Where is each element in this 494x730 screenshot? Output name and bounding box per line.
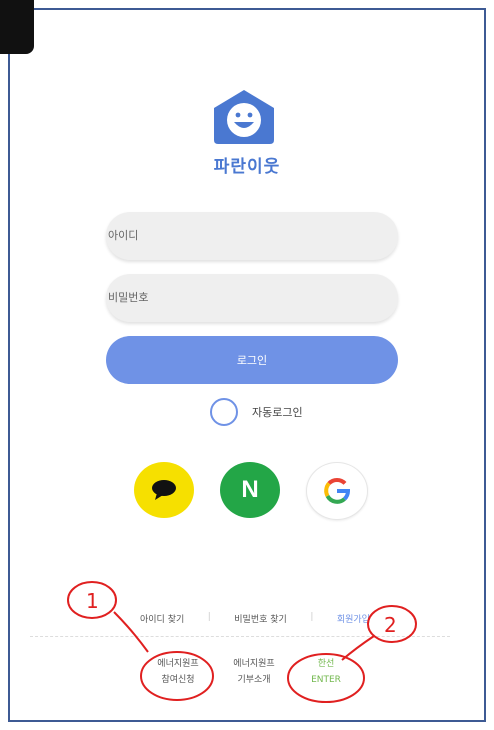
footer-divider xyxy=(30,636,450,637)
link-separator: | xyxy=(310,612,314,622)
footer-item-enter-line1: 한선 xyxy=(317,659,335,669)
footer-item-apply[interactable]: 에너지원프 참여신청 xyxy=(148,656,208,688)
naver-login-button[interactable]: N xyxy=(220,462,280,518)
footer-item-donation-line2: 기부소개 xyxy=(237,675,271,685)
login-button[interactable]: 로그인 xyxy=(106,336,398,384)
password-input[interactable] xyxy=(106,274,398,322)
find-password-link[interactable]: 비밀번호 찾기 xyxy=(234,612,287,625)
chat-bubble-icon xyxy=(152,480,176,500)
kakao-login-button[interactable] xyxy=(134,462,194,518)
house-smile-logo-icon xyxy=(214,90,274,144)
footer-item-donation-line1: 에너지원프 xyxy=(233,659,275,669)
google-login-button[interactable] xyxy=(306,462,368,520)
brand-name: 파란이웃 xyxy=(213,157,281,177)
signup-link[interactable]: 회원가입 xyxy=(337,612,370,625)
footer-item-apply-line1: 에너지원프 xyxy=(157,659,199,669)
footer-item-apply-line2: 참여신청 xyxy=(161,675,195,685)
auto-login-label: 자동로그인 xyxy=(252,406,303,419)
naver-n-icon: N xyxy=(241,476,259,503)
account-links: 아이디 찾기 | 비밀번호 찾기 | 회원가입 xyxy=(140,612,370,625)
id-input[interactable] xyxy=(106,212,398,260)
google-g-icon xyxy=(324,477,351,504)
footer-item-donation[interactable]: 에너지원프 기부소개 xyxy=(224,656,284,688)
link-separator: | xyxy=(207,612,211,622)
footer-item-enter[interactable]: 한선 ENTER xyxy=(296,656,356,688)
find-id-link[interactable]: 아이디 찾기 xyxy=(140,612,184,625)
auto-login-option[interactable]: 자동로그인 xyxy=(210,398,303,426)
corner-badge xyxy=(0,0,34,54)
footer-item-enter-line2: ENTER xyxy=(311,675,341,685)
auto-login-radio[interactable] xyxy=(210,398,238,426)
